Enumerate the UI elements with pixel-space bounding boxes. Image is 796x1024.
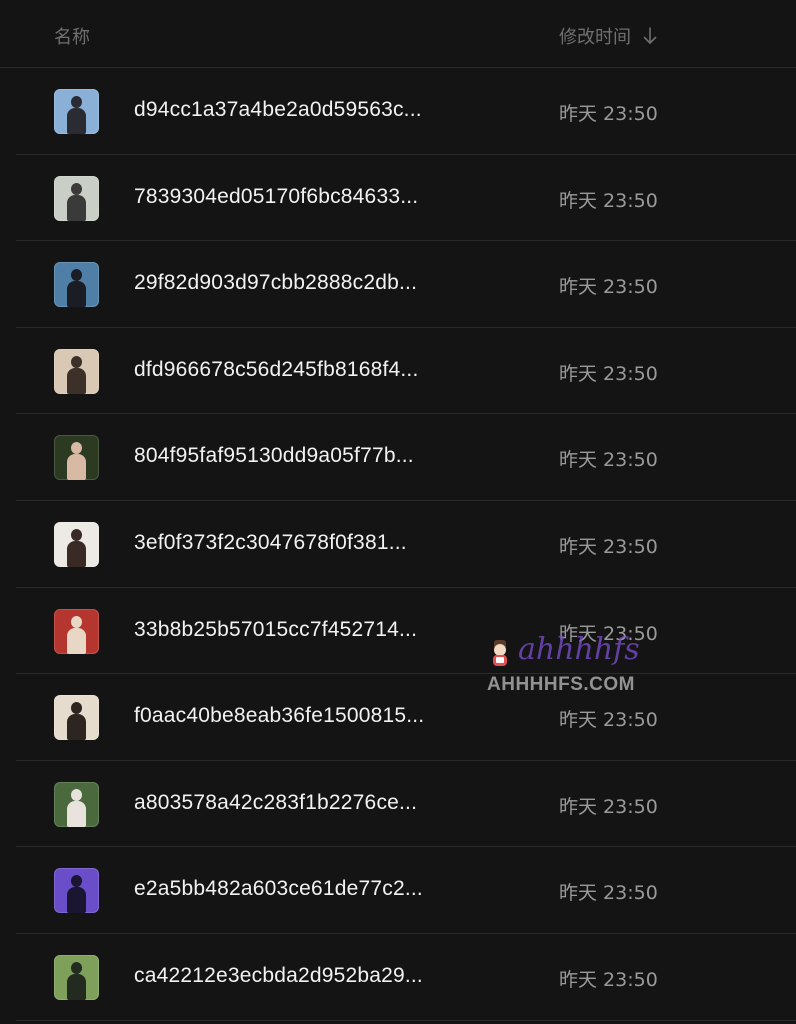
file-rows: d94cc1a37a4be2a0d59563c... 昨天 23:50 783930… bbox=[0, 68, 796, 1021]
column-header-modified-time-label: 修改时间 bbox=[559, 27, 631, 48]
file-row[interactable]: e2a5bb482a603ce61de77c2... 昨天 23:50 bbox=[16, 847, 796, 934]
image-thumbnail bbox=[54, 262, 99, 308]
file-name: dfd966678c56d245fb8168f4... bbox=[134, 357, 419, 381]
file-modified-time: 昨天 23:50 bbox=[559, 709, 658, 732]
image-thumbnail bbox=[54, 781, 99, 827]
thumbnail-figure-body bbox=[67, 627, 86, 654]
file-name: ca42212e3ecbda2d952ba29... bbox=[134, 963, 423, 987]
thumbnail-figure-body bbox=[67, 887, 86, 914]
column-header-name[interactable]: 名称 bbox=[54, 23, 90, 49]
thumbnail-figure-head bbox=[71, 355, 82, 368]
file-modified-time: 昨天 23:50 bbox=[559, 968, 658, 991]
thumbnail-figure-body bbox=[67, 454, 86, 481]
thumbnail-figure-head bbox=[71, 961, 82, 974]
file-modified-time: 昨天 23:50 bbox=[559, 622, 658, 645]
image-thumbnail bbox=[54, 175, 99, 221]
thumbnail-figure-body bbox=[67, 714, 86, 741]
thumbnail-figure-body bbox=[67, 800, 86, 827]
file-row[interactable]: 3ef0f373f2c3047678f0f381... 昨天 23:50 bbox=[16, 501, 796, 588]
file-row[interactable]: a803578a42c283f1b2276ce... 昨天 23:50 bbox=[16, 761, 796, 848]
file-name: 804f95faf95130dd9a05f77b... bbox=[134, 444, 414, 468]
image-thumbnail bbox=[54, 954, 99, 1000]
file-row[interactable]: 804f95faf95130dd9a05f77b... 昨天 23:50 bbox=[16, 414, 796, 501]
list-header: 名称 修改时间 bbox=[0, 0, 796, 68]
thumbnail-figure-body bbox=[67, 108, 86, 134]
thumbnail-figure-body bbox=[67, 540, 86, 567]
file-modified-time: 昨天 23:50 bbox=[559, 882, 658, 905]
file-row[interactable]: dfd966678c56d245fb8168f4... 昨天 23:50 bbox=[16, 328, 796, 415]
thumbnail-figure-head bbox=[71, 442, 82, 455]
file-name: 7839304ed05170f6bc84633... bbox=[134, 184, 419, 208]
image-thumbnail bbox=[54, 868, 99, 914]
file-name: e2a5bb482a603ce61de77c2... bbox=[134, 877, 423, 901]
image-thumbnail bbox=[54, 695, 99, 741]
file-name: a803578a42c283f1b2276ce... bbox=[134, 790, 418, 814]
file-row[interactable]: d94cc1a37a4be2a0d59563c... 昨天 23:50 bbox=[16, 68, 796, 155]
thumbnail-figure-body bbox=[67, 281, 86, 308]
file-modified-time: 昨天 23:50 bbox=[559, 795, 658, 818]
column-header-modified-time[interactable]: 修改时间 bbox=[559, 23, 659, 49]
file-modified-time: 昨天 23:50 bbox=[559, 362, 658, 385]
file-list: 名称 修改时间 d94cc1a37a4be2a0d59563c... 昨天 23:… bbox=[0, 0, 796, 1024]
image-thumbnail bbox=[54, 348, 99, 394]
thumbnail-figure-body bbox=[67, 194, 86, 221]
thumbnail-figure-head bbox=[71, 269, 82, 282]
thumbnail-figure-head bbox=[71, 702, 82, 715]
file-modified-time: 昨天 23:50 bbox=[559, 103, 658, 125]
file-modified-time: 昨天 23:50 bbox=[559, 276, 658, 299]
thumbnail-figure-body bbox=[67, 973, 86, 1000]
file-row[interactable]: 33b8b25b57015cc7f452714... 昨天 23:50 bbox=[16, 588, 796, 675]
arrow-down-icon[interactable] bbox=[641, 26, 659, 46]
thumbnail-figure-head bbox=[71, 788, 82, 801]
file-name: d94cc1a37a4be2a0d59563c... bbox=[134, 98, 422, 121]
thumbnail-figure-head bbox=[71, 96, 82, 108]
thumbnail-figure-body bbox=[67, 367, 86, 394]
image-thumbnail bbox=[54, 608, 99, 654]
image-thumbnail bbox=[54, 435, 99, 481]
file-name: 3ef0f373f2c3047678f0f381... bbox=[134, 530, 407, 554]
thumbnail-figure-head bbox=[71, 615, 82, 628]
file-row[interactable]: f0aac40be8eab36fe1500815... 昨天 23:50 bbox=[16, 674, 796, 761]
image-thumbnail bbox=[54, 521, 99, 567]
image-thumbnail bbox=[54, 89, 99, 134]
file-name: 29f82d903d97cbb2888c2db... bbox=[134, 271, 418, 295]
file-modified-time: 昨天 23:50 bbox=[559, 449, 658, 472]
file-row[interactable]: ca42212e3ecbda2d952ba29... 昨天 23:50 bbox=[16, 934, 796, 1021]
file-modified-time: 昨天 23:50 bbox=[559, 535, 658, 558]
file-modified-time: 昨天 23:50 bbox=[559, 189, 658, 212]
file-name: 33b8b25b57015cc7f452714... bbox=[134, 617, 418, 641]
file-name: f0aac40be8eab36fe1500815... bbox=[134, 704, 425, 728]
thumbnail-figure-head bbox=[71, 528, 82, 541]
file-row[interactable]: 29f82d903d97cbb2888c2db... 昨天 23:50 bbox=[16, 241, 796, 328]
thumbnail-figure-head bbox=[71, 875, 82, 888]
thumbnail-figure-head bbox=[71, 182, 82, 195]
file-row[interactable]: 7839304ed05170f6bc84633... 昨天 23:50 bbox=[16, 155, 796, 242]
